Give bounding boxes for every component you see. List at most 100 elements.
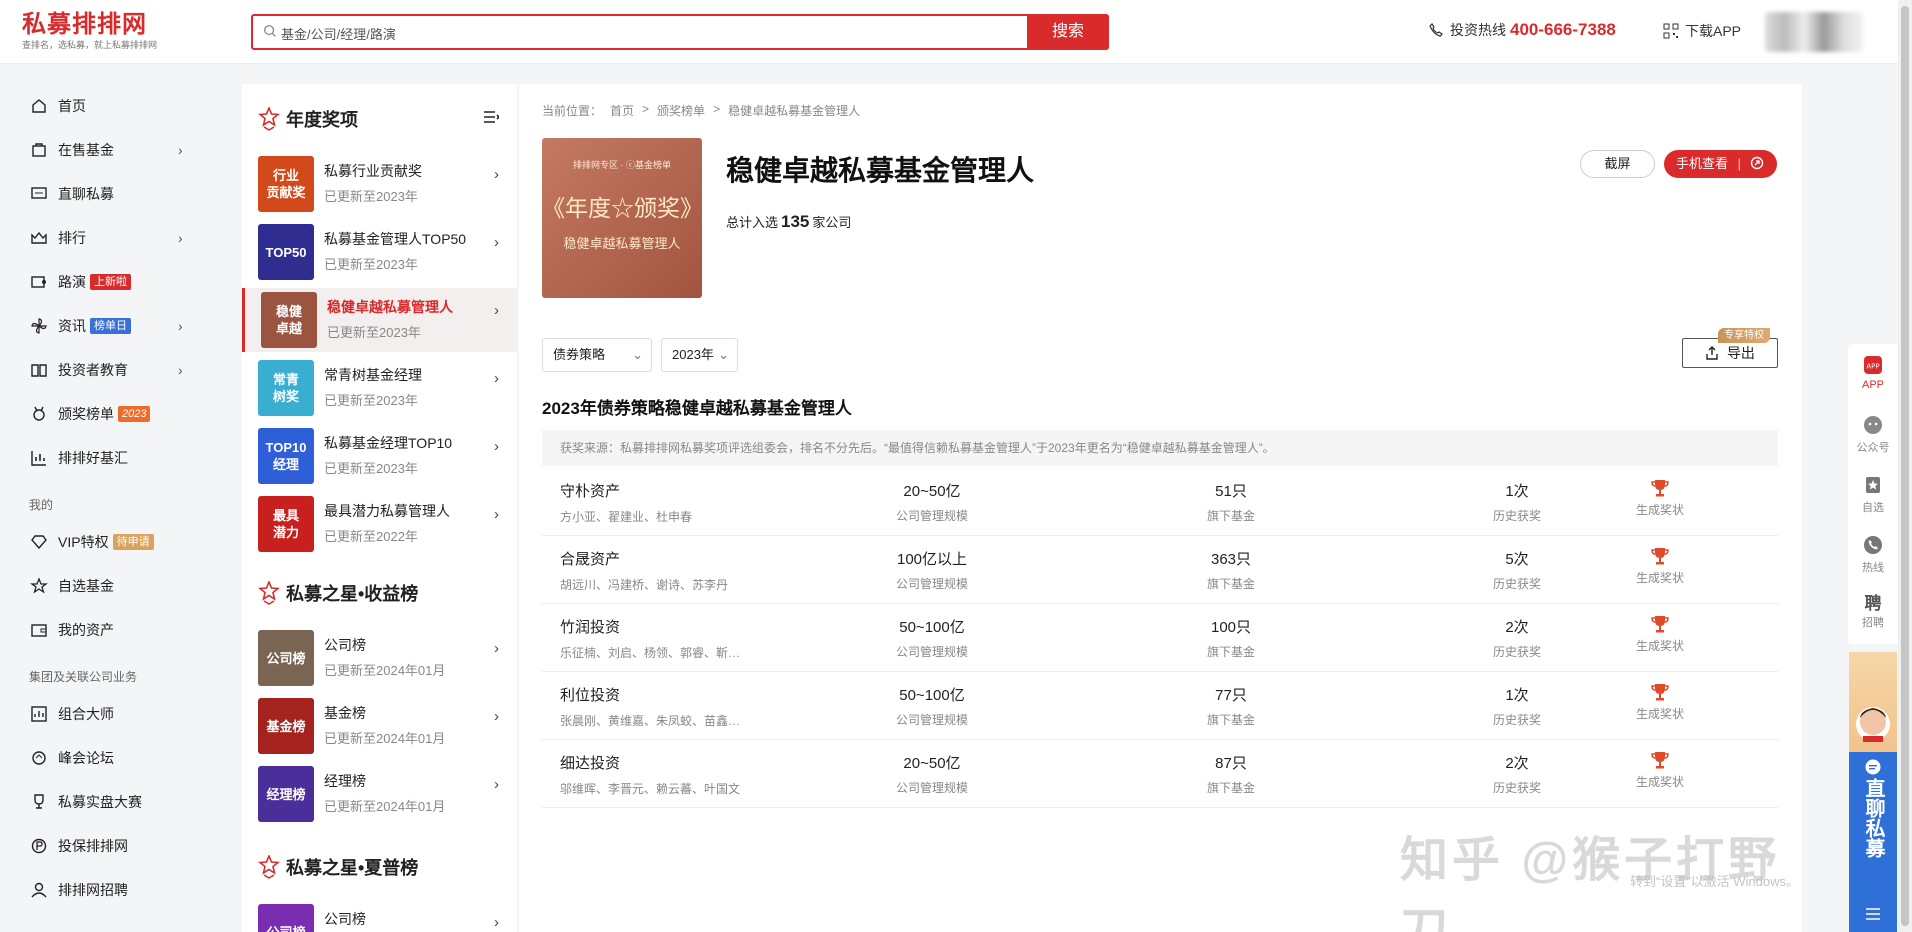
nav-item-funds-on-sale[interactable]: 在售基金 › [30, 138, 183, 162]
generate-certificate-button[interactable]: 生成奖状 [1625, 750, 1695, 790]
page-scrollbar[interactable] [1898, 0, 1912, 932]
search-button[interactable]: 搜索 [1027, 14, 1109, 50]
nav-item-watchlist[interactable]: 自选基金 [30, 574, 114, 598]
user-avatar[interactable] [1765, 12, 1863, 52]
scale-value: 20~50亿 [903, 483, 961, 500]
generate-certificate-button[interactable]: 生成奖状 [1625, 682, 1695, 722]
search-input[interactable]: 基金/公司/经理/路演 [281, 24, 396, 43]
new-badge: 上新啦 [90, 274, 131, 290]
nav-item-contest[interactable]: 私募实盘大赛 [30, 790, 142, 814]
award-list-item[interactable]: 行业 贡献奖 私募行业贡献奖 已更新至2023年 › [242, 152, 517, 216]
apply-badge: 待申请 [112, 534, 154, 550]
award-updated: 已更新至2023年 [324, 393, 418, 408]
manager-row[interactable]: 利位投资 张晨刚、黄维嘉、朱凤蛟、苗鑫… 50~100亿 公司管理规模 77只 旗下基金 1… [542, 672, 1778, 740]
generate-certificate-button[interactable]: 生成奖状 [1625, 546, 1695, 586]
nav-item-my-assets[interactable]: 我的资产 [30, 618, 114, 642]
generate-certificate-button[interactable]: 生成奖状 [1625, 614, 1695, 654]
scrollbar-thumb[interactable] [1901, 6, 1909, 926]
chevron-right-icon: › [494, 166, 499, 183]
nav-item-label: 排行 [58, 230, 86, 246]
nav-item-news[interactable]: 资讯 榜单日 › [30, 314, 183, 338]
award-thumbnail-text: 稳健 卓越 [275, 304, 302, 336]
award-thumbnail: 公司榜 [258, 904, 314, 932]
list-menu-icon[interactable] [483, 110, 499, 124]
award-list-item[interactable]: 基金榜 基金榜 已更新至2024年01月 › [242, 694, 517, 758]
award-list-item[interactable]: 公司榜 公司榜 已更新至2024年01月 › [242, 626, 517, 690]
total-number: 135 [781, 212, 810, 231]
export-label: 导出 [1726, 345, 1755, 361]
rail-recruit-label: 招聘 [1862, 617, 1884, 629]
advisor-avatar-ad[interactable] [1849, 652, 1897, 752]
breadcrumb-award-list[interactable]: 颁奖榜单 [657, 102, 705, 119]
rail-wechat[interactable]: 公众号 [1848, 404, 1898, 464]
award-updated: 已更新至2024年01月 [324, 731, 446, 746]
breadcrumb-home[interactable]: 首页 [610, 102, 634, 119]
award-title: 公司榜 [324, 911, 366, 927]
trophy-icon [1651, 480, 1669, 497]
award-star-icon [258, 855, 280, 879]
award-list-item[interactable]: 经理榜 经理榜 已更新至2024年01月 › [242, 762, 517, 826]
chat-icon [31, 187, 47, 199]
company-name[interactable]: 竹润投资 [560, 616, 620, 637]
phone-icon [1429, 23, 1443, 37]
nav-item-label: 颁奖榜单 [58, 406, 114, 422]
download-app-link[interactable]: 下载APP [1663, 21, 1741, 41]
nav-item-award-list[interactable]: 颁奖榜单 2023 [30, 402, 151, 426]
mobile-view-button[interactable]: 手机查看 | [1664, 150, 1777, 178]
manager-row[interactable]: 竹润投资 乐征楠、刘启、杨领、郭睿、靳… 50~100亿 公司管理规模 100只 旗下基金… [542, 604, 1778, 672]
award-title: 私募基金经理TOP10 [324, 435, 453, 451]
award-list-item[interactable]: 常青 树奖 常青树基金经理 已更新至2023年 › [242, 356, 517, 420]
search-box[interactable]: 基金/公司/经理/路演 搜索 [251, 14, 1109, 50]
cover-line2: 《年度☆颁奖》 [542, 196, 703, 222]
main-content: 当前位置： 首页 > 颁奖榜单 > 稳健卓越私募基金管理人 排排网专区 · ⓒ基… [519, 84, 1802, 932]
nav-item-label: 排排好基汇 [58, 450, 128, 466]
award-title: 基金榜 [324, 705, 366, 721]
hotline-label: 投资热线 [1450, 22, 1506, 38]
company-name[interactable]: 细达投资 [560, 752, 620, 773]
nav-item-combo-master[interactable]: 组合大师 [30, 702, 114, 726]
company-name[interactable]: 利位投资 [560, 684, 620, 705]
recruit-icon: 聘 [1864, 594, 1882, 613]
manager-row[interactable]: 合晟资产 胡远川、冯建桥、谢诗、苏李丹 100亿以上 公司管理规模 363只 旗下基金 5次… [542, 536, 1778, 604]
screenshot-button[interactable]: 截屏 [1580, 150, 1655, 178]
crown-icon [31, 231, 47, 244]
nav-item-forum[interactable]: 峰会论坛 [30, 746, 114, 770]
nav-item-vip[interactable]: VIP特权 待申请 [30, 530, 154, 554]
rail-app[interactable]: APP APP [1848, 344, 1898, 404]
award-list-item[interactable]: 最具 潜力 最具潜力私募管理人 已更新至2022年 › [242, 492, 517, 556]
nav-item-roadshow[interactable]: 路演 上新啦 [30, 270, 131, 294]
company-name[interactable]: 守朴资产 [560, 480, 620, 501]
award-list-item[interactable]: 稳健 卓越 稳健卓越私募管理人 已更新至2023年 › [242, 288, 517, 352]
nav-item-good-funds[interactable]: 排排好基汇 [30, 446, 128, 470]
nav-item-home[interactable]: 首页 [30, 94, 86, 118]
person-icon [31, 882, 47, 898]
nav-item-chat[interactable]: 直聊私募 [30, 182, 114, 206]
nav-item-recruitment[interactable]: 排排网招聘 [30, 878, 128, 902]
manager-row[interactable]: 细达投资 邬维晖、李晋元、赖云蕃、叶国文 20~50亿 公司管理规模 87只 旗下基金 2次… [542, 740, 1778, 808]
award-updated: 已更新至2024年01月 [324, 663, 446, 678]
manager-row[interactable]: 守朴资产 方小亚、翟建业、杜申春 20~50亿 公司管理规模 51只 旗下基金 1次 历史获奖… [542, 468, 1778, 536]
nav-item-ranking[interactable]: 排行 › [30, 226, 183, 250]
hotline[interactable]: 投资热线 400-666-7388 [1428, 20, 1616, 40]
shield-icon [31, 838, 47, 854]
menu-icon[interactable] [1863, 906, 1883, 922]
company-name[interactable]: 合晟资产 [560, 548, 620, 569]
year-select[interactable]: 2023年 ⌄ [661, 338, 738, 372]
rail-watchlist[interactable]: 自选 [1848, 464, 1898, 524]
site-logo[interactable]: 私募排排网 查排名，选私募，就上私募排排网 [22, 10, 157, 51]
nav-item-education[interactable]: 投资者教育 › [30, 358, 183, 382]
rail-hotline[interactable]: 热线 [1848, 524, 1898, 584]
award-star-icon [258, 107, 280, 131]
funds-value: 87只 [1215, 755, 1247, 772]
rail-recruit[interactable]: 聘 招聘 [1848, 584, 1898, 644]
share-icon [1750, 156, 1763, 170]
history-cell: 1次 历史获奖 [1442, 480, 1592, 524]
direct-chat-button[interactable]: 直聊私募 [1849, 752, 1897, 880]
strategy-select[interactable]: 债券策略 ⌄ [542, 338, 652, 372]
generate-certificate-button[interactable]: 生成奖状 [1625, 478, 1695, 518]
award-list-item[interactable]: 公司榜 公司榜 › [242, 900, 517, 932]
nav-item-insurance[interactable]: 投保排排网 [30, 834, 128, 858]
award-list-item[interactable]: TOP50 私募基金管理人TOP50 已更新至2023年 › [242, 220, 517, 284]
award-list-item[interactable]: TOP10 经理 私募基金经理TOP10 已更新至2023年 › [242, 424, 517, 488]
award-thumbnail: TOP50 [258, 224, 314, 280]
